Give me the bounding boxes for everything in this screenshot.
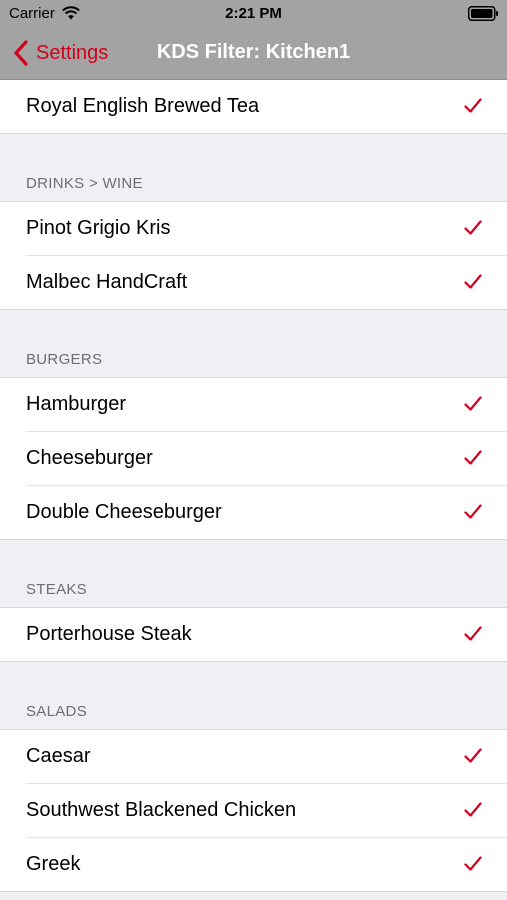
item-label: Porterhouse Steak — [26, 623, 192, 645]
item-label: Caesar — [26, 745, 91, 767]
list-item[interactable]: Caesar — [0, 730, 507, 783]
list-item[interactable]: Greek — [0, 838, 507, 891]
list-item[interactable]: Hamburger — [0, 378, 507, 431]
checkmark-icon — [464, 274, 482, 289]
checkmark-icon — [464, 504, 482, 519]
checkmark-icon — [464, 748, 482, 763]
page-title: KDS Filter: Kitchen1 — [156, 41, 351, 63]
checkmark-icon — [464, 626, 482, 641]
item-label: Greek — [26, 853, 81, 875]
filter-list: Royal English Brewed Tea DRINKS > WINE P… — [0, 80, 507, 892]
section-title: BURGERS — [26, 351, 103, 368]
item-label: Southwest Blackened Chicken — [26, 799, 297, 821]
checkmark-icon — [464, 450, 482, 465]
item-label: Malbec HandCraft — [26, 271, 188, 293]
item-label: Pinot Grigio Kris — [26, 217, 171, 239]
section-title: STEAKS — [26, 581, 87, 598]
section-title: DRINKS > WINE — [26, 175, 143, 192]
item-label: Double Cheeseburger — [26, 501, 222, 523]
status-time: 2:21 PM — [225, 5, 282, 22]
item-label: Hamburger — [26, 393, 127, 415]
section-header: SALADS — [0, 661, 507, 730]
battery-icon — [468, 6, 498, 21]
section-header: DRINKS > WINE — [0, 133, 507, 202]
checkmark-icon — [464, 802, 482, 817]
list-item[interactable]: Southwest Blackened Chicken — [0, 784, 507, 837]
item-label: Royal English Brewed Tea — [26, 95, 260, 117]
list-item[interactable]: Royal English Brewed Tea — [0, 80, 507, 133]
divider — [0, 891, 507, 892]
list-item[interactable]: Cheeseburger — [0, 432, 507, 485]
list-item[interactable]: Pinot Grigio Kris — [0, 202, 507, 255]
section-title: SALADS — [26, 703, 87, 720]
checkmark-icon — [464, 396, 482, 411]
section-header: BURGERS — [0, 309, 507, 378]
navigation-bar: Settings KDS Filter: Kitchen1 — [0, 28, 507, 80]
section-header: STEAKS — [0, 539, 507, 608]
checkmark-icon — [464, 220, 482, 235]
list-item[interactable]: Malbec HandCraft — [0, 256, 507, 309]
list-item[interactable]: Double Cheeseburger — [0, 486, 507, 539]
item-label: Cheeseburger — [26, 447, 153, 469]
list-item[interactable]: Porterhouse Steak — [0, 608, 507, 661]
checkmark-icon — [464, 856, 482, 871]
status-bar: Carrier 2:21 PM — [0, 0, 507, 28]
checkmark-icon — [464, 98, 482, 113]
